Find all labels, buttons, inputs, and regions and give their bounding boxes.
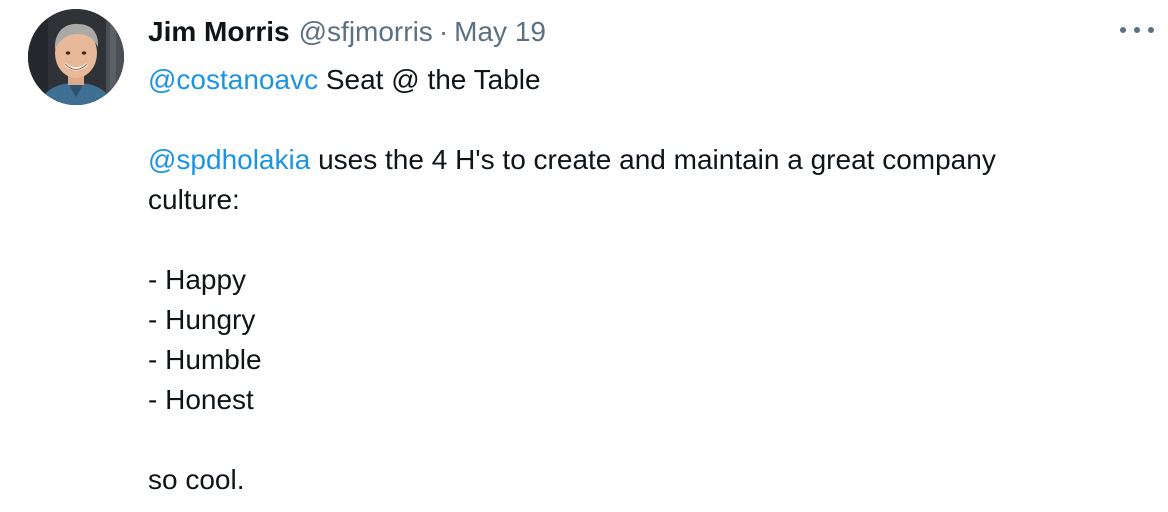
tweet-line-2-text: uses the 4 H's to create and maintain a …	[310, 144, 996, 175]
tweet-line-3: culture:	[148, 184, 240, 215]
more-horizontal-icon[interactable]	[1120, 20, 1154, 40]
list-item: - Hungry	[148, 304, 256, 335]
author-handle[interactable]: @sfjmorris	[299, 12, 433, 52]
avatar[interactable]	[28, 9, 124, 105]
tweet-closing: so cool.	[148, 464, 245, 495]
list-item: - Happy	[148, 264, 247, 295]
tweet-date[interactable]: May 19	[454, 12, 546, 52]
more-dot	[1120, 27, 1126, 33]
tweet-line-1: @costanoavc Seat @ the Table	[148, 60, 1138, 100]
more-dot	[1148, 27, 1154, 33]
tweet: Jim Morris @sfjmorris · May 19 @costanoa…	[0, 0, 1168, 512]
tweet-text: @costanoavc Seat @ the Table @spdholakia…	[148, 60, 1138, 500]
avatar-photo	[28, 9, 124, 105]
tweet-header: Jim Morris @sfjmorris · May 19	[148, 12, 546, 52]
separator-dot: ·	[438, 16, 449, 47]
author-name[interactable]: Jim Morris	[148, 12, 290, 52]
more-dot	[1134, 27, 1140, 33]
mention-costanoavc[interactable]: @costanoavc	[148, 64, 318, 95]
list-item: - Humble	[148, 344, 262, 375]
list-item: - Honest	[148, 384, 254, 415]
tweet-line-1-text: Seat @ the Table	[318, 64, 541, 95]
mention-spdholakia[interactable]: @spdholakia	[148, 144, 310, 175]
tweet-line-2: @spdholakia uses the 4 H's to create and…	[148, 140, 1138, 180]
